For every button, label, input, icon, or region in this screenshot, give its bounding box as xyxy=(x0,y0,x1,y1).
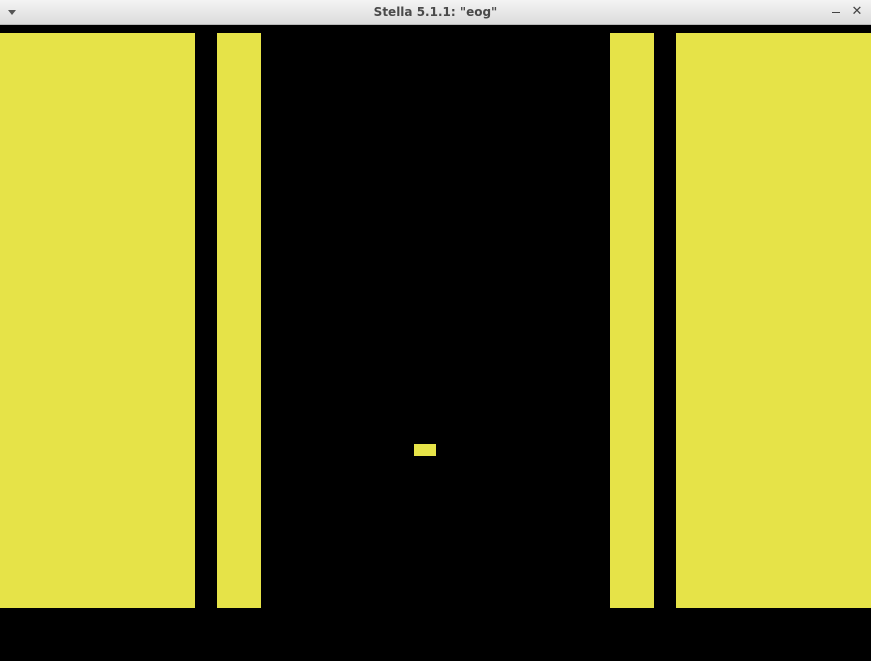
minimize-button[interactable] xyxy=(827,3,845,21)
game-sprite xyxy=(414,444,436,456)
playfield-wall-left-inner xyxy=(217,33,261,608)
close-button[interactable]: ✕ xyxy=(848,3,866,21)
window-title: Stella 5.1.1: "eog" xyxy=(373,5,498,19)
stella-window: Stella 5.1.1: "eog" ✕ xyxy=(0,0,871,661)
emulator-display[interactable] xyxy=(0,25,871,661)
minimize-icon xyxy=(832,12,840,13)
close-icon: ✕ xyxy=(851,4,863,19)
playfield-wall-left-outer xyxy=(0,33,195,608)
playfield-wall-right-outer xyxy=(676,33,871,608)
playfield-wall-right-inner xyxy=(610,33,654,608)
title-bar[interactable]: Stella 5.1.1: "eog" ✕ xyxy=(0,0,871,25)
